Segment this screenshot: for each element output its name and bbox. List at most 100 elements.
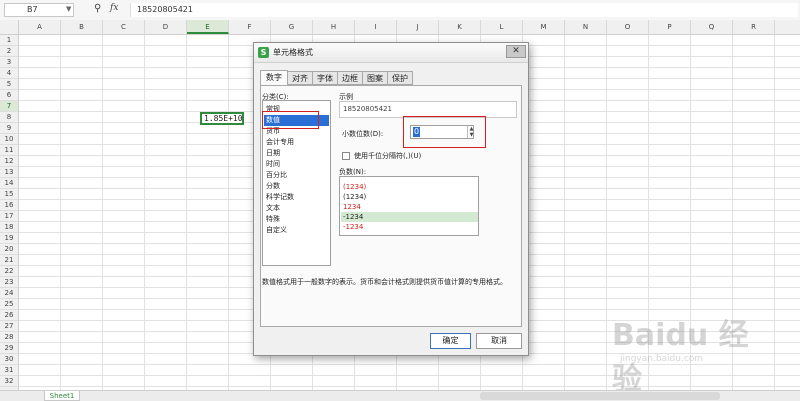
column-header-i[interactable]: I (355, 20, 397, 34)
row-header-7[interactable]: 7 (0, 101, 18, 112)
negative-number-option[interactable]: -1234 (343, 222, 363, 232)
row-header-19[interactable]: 19 (0, 233, 18, 244)
category-item[interactable]: 文本 (266, 203, 280, 214)
select-all-corner[interactable] (0, 20, 19, 35)
column-header-a[interactable]: A (19, 20, 61, 34)
row-header-29[interactable]: 29 (0, 343, 18, 354)
row-header-18[interactable]: 18 (0, 222, 18, 233)
zoom-icon[interactable]: ⚲ (94, 3, 101, 14)
column-header-f[interactable]: F (229, 20, 271, 34)
row-header-2[interactable]: 2 (0, 46, 18, 57)
column-header-h[interactable]: H (313, 20, 355, 34)
column-header-l[interactable]: L (481, 20, 523, 34)
row-header-15[interactable]: 15 (0, 189, 18, 200)
column-header-o[interactable]: O (607, 20, 649, 34)
dialog-titlebar[interactable]: S 单元格格式 ✕ (254, 43, 528, 63)
app-icon: S (258, 47, 269, 58)
row-header-bar: 1 2 3 4 5 6 7 8 9 10 11 12 13 14 15 16 17 18 19 20 21 22 23 24 2… (0, 35, 19, 390)
row-header-32[interactable]: 32 (0, 376, 18, 387)
row-header-5[interactable]: 5 (0, 79, 18, 90)
column-header-bar: ABCDEFGHIJKLMNOPQR (19, 20, 800, 35)
ok-button[interactable]: 确定 (430, 333, 471, 349)
tab-0[interactable]: 数字 (260, 70, 288, 86)
format-cells-dialog: S 单元格格式 ✕ 数字 对齐 字体 边框 图案 保护 分类(C): 常规 数值 货币 会计专用… (253, 42, 529, 356)
column-header-g[interactable]: G (271, 20, 313, 34)
column-header-k[interactable]: K (439, 20, 481, 34)
formula-bar: B7 ▼ ⚲ fx 18520805421 (0, 0, 800, 21)
watermark-url: jingyan.baidu.com (620, 354, 704, 364)
column-header-p[interactable]: P (649, 20, 691, 34)
fx-icon[interactable]: fx (110, 3, 118, 13)
column-header-d[interactable]: D (145, 20, 187, 34)
row-header-17[interactable]: 17 (0, 211, 18, 222)
column-header-b[interactable]: B (61, 20, 103, 34)
sample-value: 18520805421 (343, 105, 392, 113)
close-button[interactable]: ✕ (506, 45, 526, 58)
negative-numbers-list[interactable]: (1234) (1234) 1234 -1234 -1234 (339, 176, 479, 236)
category-item[interactable]: 日期 (266, 148, 280, 159)
row-header-25[interactable]: 25 (0, 299, 18, 310)
format-description: 数值格式用于一般数字的表示。货币和会计格式则提供货币值计算的专用格式。 (262, 278, 507, 286)
negative-number-option[interactable]: 1234 (343, 202, 361, 212)
row-header-20[interactable]: 20 (0, 244, 18, 255)
negative-number-option[interactable]: (1234) (343, 192, 366, 202)
horizontal-scrollbar[interactable] (480, 392, 720, 400)
sheet-tab-bar: Sheet1 (0, 390, 800, 401)
column-header-c[interactable]: C (103, 20, 145, 34)
category-item[interactable]: 会计专用 (266, 137, 294, 148)
dialog-button-row: 确定 取消 (254, 331, 528, 353)
category-item[interactable]: 科学记数 (266, 192, 294, 203)
row-header-4[interactable]: 4 (0, 68, 18, 79)
active-cell[interactable]: 1.85E+10 (200, 112, 244, 125)
column-header-q[interactable]: Q (691, 20, 733, 34)
chevron-down-icon[interactable]: ▼ (66, 5, 71, 13)
row-header-13[interactable]: 13 (0, 167, 18, 178)
row-header-9[interactable]: 9 (0, 123, 18, 134)
row-header-14[interactable]: 14 (0, 178, 18, 189)
tab-5[interactable]: 保护 (387, 71, 413, 85)
highlight-box-decimals (403, 116, 486, 148)
thousands-separator-label[interactable]: 使用千位分隔符(,)(U) (354, 151, 421, 161)
negative-number-option[interactable]: (1234) (343, 182, 366, 192)
row-header-26[interactable]: 26 (0, 310, 18, 321)
row-header-24[interactable]: 24 (0, 288, 18, 299)
row-header-3[interactable]: 3 (0, 57, 18, 68)
row-header-31[interactable]: 31 (0, 365, 18, 376)
watermark: Baidu 经验 jingyan.baidu.com (612, 300, 762, 397)
row-header-21[interactable]: 21 (0, 255, 18, 266)
row-header-22[interactable]: 22 (0, 266, 18, 277)
tab-4[interactable]: 图案 (362, 71, 388, 85)
formula-input[interactable]: 18520805421 (130, 3, 798, 17)
row-header-8[interactable]: 8 (0, 112, 18, 123)
dialog-title: 单元格格式 (273, 48, 313, 57)
tab-2[interactable]: 字体 (312, 71, 338, 85)
tab-3[interactable]: 边框 (337, 71, 363, 85)
column-header-m[interactable]: M (523, 20, 565, 34)
row-header-11[interactable]: 11 (0, 145, 18, 156)
row-header-23[interactable]: 23 (0, 277, 18, 288)
category-item[interactable]: 百分比 (266, 170, 287, 181)
row-header-30[interactable]: 30 (0, 354, 18, 365)
tab-1[interactable]: 对齐 (287, 71, 313, 85)
name-box[interactable]: B7 (4, 3, 74, 17)
column-header-n[interactable]: N (565, 20, 607, 34)
category-item[interactable]: 特殊 (266, 214, 280, 225)
row-header-12[interactable]: 12 (0, 156, 18, 167)
negative-number-option[interactable]: -1234 (343, 212, 363, 222)
thousands-separator-checkbox[interactable] (342, 152, 350, 160)
column-header-e[interactable]: E (187, 20, 229, 34)
cancel-button[interactable]: 取消 (476, 333, 522, 349)
row-header-27[interactable]: 27 (0, 321, 18, 332)
row-header-16[interactable]: 16 (0, 200, 18, 211)
highlight-box-category (262, 111, 319, 129)
row-header-10[interactable]: 10 (0, 134, 18, 145)
row-header-28[interactable]: 28 (0, 332, 18, 343)
decimal-places-label: 小数位数(D): (342, 130, 384, 138)
column-header-j[interactable]: J (397, 20, 439, 34)
category-item[interactable]: 时间 (266, 159, 280, 170)
category-item[interactable]: 分数 (266, 181, 280, 192)
column-header-r[interactable]: R (733, 20, 775, 34)
category-item[interactable]: 自定义 (266, 225, 287, 236)
row-header-6[interactable]: 6 (0, 90, 18, 101)
row-header-1[interactable]: 1 (0, 35, 18, 46)
